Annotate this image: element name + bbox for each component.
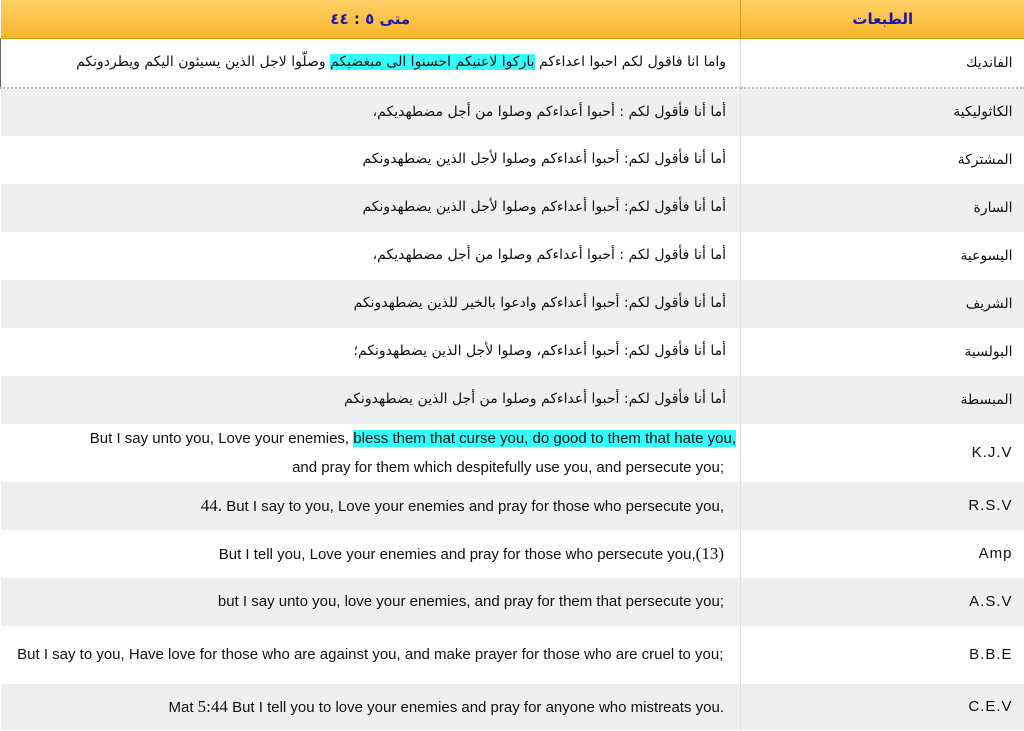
verse-text: أما أنا فأقول لكم: أحبوا أعداءكم، وصلوا …: [0, 327, 741, 376]
verse-text: أما أنا فأقول لكم : أحبوا أعداءكم وصلوا …: [0, 87, 741, 136]
verse-text: أما أنا فأقول لكم: أحبوا أعداءكم وصلوا م…: [0, 375, 741, 424]
table-row: أما أنا فأقول لكم: أحبوا أعداءكم وصلوا م…: [0, 375, 1024, 424]
edition-name: اليسوعية: [740, 231, 1024, 280]
verse-text: أما أنا فأقول لكم: أحبوا أعداءكم وادعوا …: [0, 279, 741, 328]
table-row: But I say to you, Have love for those wh…: [0, 625, 1024, 684]
highlighted-text: bless them that curse you, do good to th…: [353, 429, 736, 447]
edition-name: B.B.E: [740, 625, 1024, 684]
verse-text: Mat 5:44 But I tell you to love your ene…: [0, 683, 741, 730]
edition-name: Amp: [740, 529, 1024, 578]
edition-name: C.E.V: [740, 683, 1024, 730]
edition-name: K.J.V: [740, 423, 1024, 482]
table-row: But I tell you, Love your enemies and pr…: [0, 529, 1024, 578]
edition-name: السارة: [740, 183, 1024, 232]
verse-text: 44. But I say to you, Love your enemies …: [0, 481, 741, 530]
table-row: أما أنا فأقول لكم: أحبوا أعداءكم، وصلوا …: [0, 327, 1024, 376]
edition-name: البولسية: [740, 327, 1024, 376]
verse-reference-header: متى ٥ : ٤٤: [0, 0, 741, 39]
verse-text: أما أنا فأقول لكم : أحبوا أعداءكم وصلوا …: [0, 231, 741, 280]
verse-text: But I tell you, Love your enemies and pr…: [0, 529, 741, 578]
edition-name: الفانديك: [740, 38, 1024, 89]
verse-text: أما أنا فأقول لكم: أحبوا أعداءكم وصلوا ل…: [0, 183, 741, 232]
highlighted-text: باركوا لاعنيكم احسنوا الى مبغضيكم: [330, 54, 535, 71]
table-row: Mat 5:44 But I tell you to love your ene…: [0, 683, 1024, 730]
table-row: أما أنا فأقول لكم: أحبوا أعداءكم وصلوا ل…: [0, 135, 1024, 184]
translations-table: متى ٥ : ٤٤ الطبعات واما انا فاقول لكم اح…: [0, 0, 1024, 730]
edition-name: R.S.V: [740, 481, 1024, 530]
table-row: But I say unto you, Love your enemies, b…: [0, 423, 1024, 482]
table-row: واما انا فاقول لكم احبوا اعداءكم باركوا …: [0, 38, 1024, 89]
table-row: 44. But I say to you, Love your enemies …: [0, 481, 1024, 530]
edition-name: الشريف: [740, 279, 1024, 328]
edition-name: المشتركة: [740, 135, 1024, 184]
edition-name: المبسطة: [740, 375, 1024, 424]
table-row: أما أنا فأقول لكم: أحبوا أعداءكم وصلوا ل…: [0, 183, 1024, 232]
table-row: أما أنا فأقول لكم: أحبوا أعداءكم وادعوا …: [0, 279, 1024, 328]
table-row: أما أنا فأقول لكم : أحبوا أعداءكم وصلوا …: [0, 87, 1024, 136]
verse-text: واما انا فاقول لكم احبوا اعداءكم باركوا …: [0, 38, 741, 89]
verse-text: But I say unto you, Love your enemies, b…: [0, 423, 741, 482]
edition-name: A.S.V: [740, 577, 1024, 626]
verse-text: but I say unto you, love your enemies, a…: [0, 577, 741, 626]
header-row: متى ٥ : ٤٤ الطبعات: [0, 0, 1024, 39]
verse-text: But I say to you, Have love for those wh…: [0, 625, 741, 684]
table-row: but I say unto you, love your enemies, a…: [0, 577, 1024, 626]
edition-name: الكاثوليكية: [740, 87, 1024, 136]
verse-text: أما أنا فأقول لكم: أحبوا أعداءكم وصلوا ل…: [0, 135, 741, 184]
editions-header: الطبعات: [740, 0, 1024, 39]
table-row: أما أنا فأقول لكم : أحبوا أعداءكم وصلوا …: [0, 231, 1024, 280]
